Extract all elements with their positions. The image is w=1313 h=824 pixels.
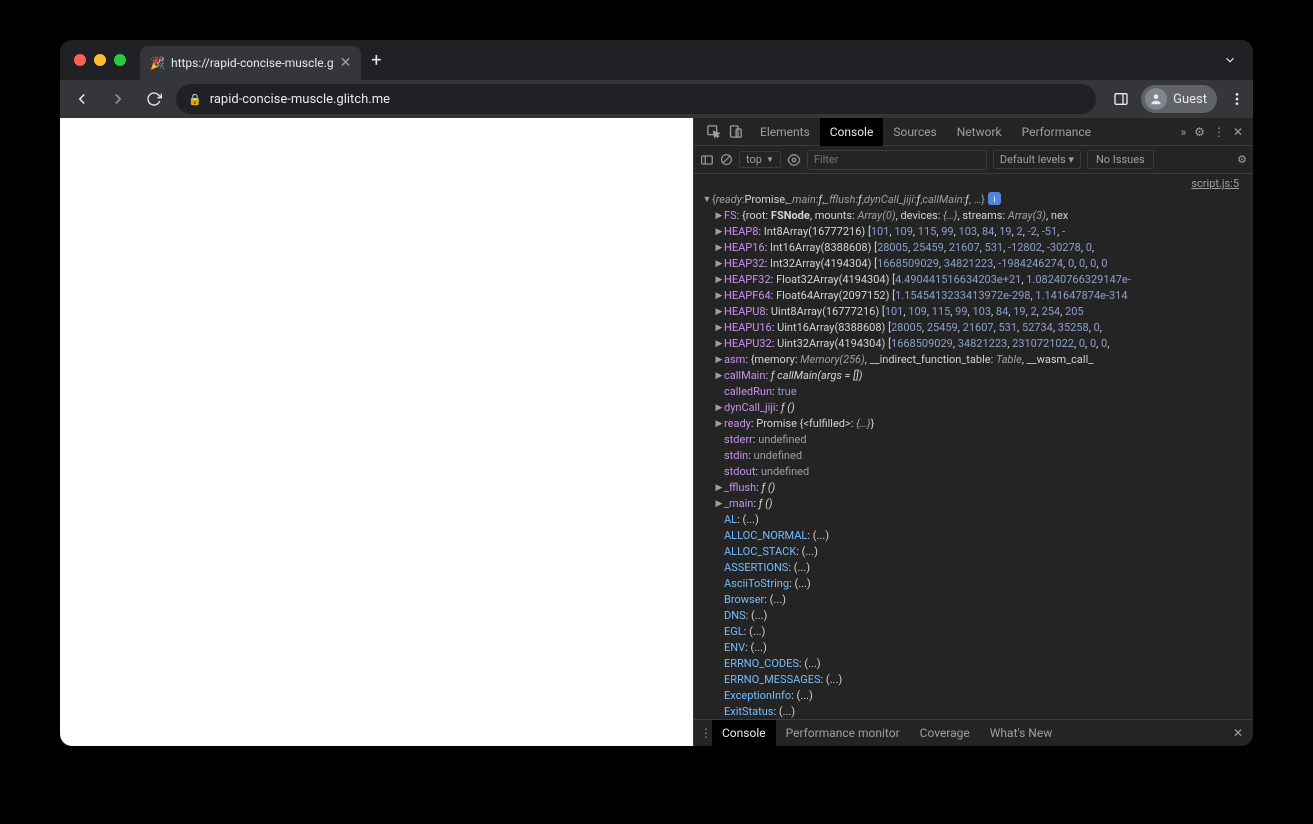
close-window-button[interactable] — [74, 54, 86, 66]
devtools-tab-network[interactable]: Network — [947, 118, 1012, 146]
profile-button[interactable]: Guest — [1141, 85, 1217, 113]
tab-strip: 🎉 https://rapid-concise-muscle.g ✕ + — [60, 40, 1253, 80]
window-controls — [74, 54, 126, 66]
drawer-close-icon[interactable]: ✕ — [1233, 726, 1247, 740]
issues-button[interactable]: No Issues — [1087, 150, 1154, 169]
url-text: rapid-concise-muscle.glitch.me — [210, 92, 390, 107]
console-output[interactable]: script.js:5 {ready: Promise, _main: ƒ, _… — [694, 174, 1253, 719]
maximize-window-button[interactable] — [114, 54, 126, 66]
drawer-tab-performance-monitor[interactable]: Performance monitor — [776, 720, 910, 747]
back-button[interactable] — [68, 85, 96, 113]
panel-icon[interactable] — [1113, 91, 1129, 107]
toolbar: 🔒 rapid-concise-muscle.glitch.me Guest — [60, 80, 1253, 118]
object-property[interactable]: ExceptionInfo: (...) — [702, 688, 1245, 704]
object-property[interactable]: Browser: (...) — [702, 592, 1245, 608]
device-toolbar-icon[interactable] — [726, 123, 744, 141]
object-property[interactable]: _main: ƒ () — [702, 496, 1245, 512]
context-selector[interactable]: top ▼ — [739, 151, 781, 168]
object-property[interactable]: ERRNO_MESSAGES: (...) — [702, 672, 1245, 688]
object-property[interactable]: DNS: (...) — [702, 608, 1245, 624]
drawer-menu-icon[interactable]: ⋮ — [700, 726, 712, 740]
devtools-tab-sources[interactable]: Sources — [883, 118, 946, 146]
tab-close-icon[interactable]: ✕ — [340, 55, 352, 71]
object-property[interactable]: FS: {root: FSNode, mounts: Array(0), dev… — [702, 208, 1245, 224]
live-expression-icon[interactable] — [787, 153, 801, 167]
tab-favicon: 🎉 — [150, 56, 165, 70]
object-property[interactable]: HEAPF64: Float64Array(2097152) [1.154541… — [702, 288, 1245, 304]
browser-window: 🎉 https://rapid-concise-muscle.g ✕ + 🔒 r… — [60, 40, 1253, 746]
more-tabs-icon[interactable]: » — [1181, 125, 1187, 139]
lock-icon: 🔒 — [188, 93, 202, 106]
object-property[interactable]: callMain: ƒ callMain(args = []) — [702, 368, 1245, 384]
devtools-tab-console[interactable]: Console — [820, 118, 884, 146]
object-summary[interactable]: {ready: Promise, _main: ƒ, _fflush: ƒ, d… — [702, 192, 1245, 208]
minimize-window-button[interactable] — [94, 54, 106, 66]
profile-label: Guest — [1173, 92, 1207, 107]
devtools-panel: ElementsConsoleSourcesNetworkPerformance… — [693, 118, 1253, 746]
new-tab-button[interactable]: + — [371, 50, 381, 71]
drawer-tab-console[interactable]: Console — [712, 720, 776, 747]
drawer-tab-what-s-new[interactable]: What's New — [980, 720, 1062, 747]
object-property[interactable]: ExitStatus: (...) — [702, 704, 1245, 719]
object-property[interactable]: ready: Promise {<fulfilled>: {…}} — [702, 416, 1245, 432]
menu-icon[interactable] — [1229, 91, 1245, 107]
log-levels-selector[interactable]: Default levels ▾ — [993, 150, 1081, 169]
object-property[interactable]: AL: (...) — [702, 512, 1245, 528]
clear-console-icon[interactable] — [720, 153, 733, 166]
object-property[interactable]: HEAP16: Int16Array(8388608) [28005, 2545… — [702, 240, 1245, 256]
object-property[interactable]: AsciiToString: (...) — [702, 576, 1245, 592]
object-property[interactable]: asm: {memory: Memory(256), __indirect_fu… — [702, 352, 1245, 368]
object-property[interactable]: ENV: (...) — [702, 640, 1245, 656]
object-property[interactable]: HEAPF32: Float32Array(4194304) [4.490441… — [702, 272, 1245, 288]
inspect-element-icon[interactable] — [704, 123, 722, 141]
object-property[interactable]: ERRNO_CODES: (...) — [702, 656, 1245, 672]
object-property[interactable]: HEAPU32: Uint32Array(4194304) [166850902… — [702, 336, 1245, 352]
reload-button[interactable] — [140, 85, 168, 113]
filter-input[interactable] — [807, 150, 987, 170]
object-property[interactable]: stderr: undefined — [702, 432, 1245, 448]
avatar-icon — [1145, 88, 1167, 110]
console-toolbar: top ▼ Default levels ▾ No Issues ⚙ — [694, 146, 1253, 174]
object-property[interactable]: calledRun: true — [702, 384, 1245, 400]
object-property[interactable]: dynCall_jiji: ƒ () — [702, 400, 1245, 416]
object-property[interactable]: EGL: (...) — [702, 624, 1245, 640]
forward-button[interactable] — [104, 85, 132, 113]
object-property[interactable]: HEAP32: Int32Array(4194304) [1668509029,… — [702, 256, 1245, 272]
object-property[interactable]: HEAPU8: Uint8Array(16777216) [101, 109, … — [702, 304, 1245, 320]
info-badge-icon[interactable]: i — [988, 192, 1001, 205]
page-viewport[interactable] — [60, 118, 693, 746]
console-settings-icon[interactable]: ⚙ — [1237, 153, 1247, 166]
toggle-sidebar-icon[interactable] — [700, 153, 714, 167]
browser-tab[interactable]: 🎉 https://rapid-concise-muscle.g ✕ — [140, 46, 361, 80]
object-property[interactable]: _fflush: ƒ () — [702, 480, 1245, 496]
object-property[interactable]: ALLOC_NORMAL: (...) — [702, 528, 1245, 544]
chevron-down-icon[interactable] — [1223, 53, 1237, 67]
settings-icon[interactable]: ⚙ — [1194, 125, 1205, 139]
devtools-tab-performance[interactable]: Performance — [1012, 118, 1101, 146]
kebab-icon[interactable]: ⋮ — [1213, 125, 1225, 139]
tab-title: https://rapid-concise-muscle.g — [171, 56, 334, 70]
object-property[interactable]: ALLOC_STACK: (...) — [702, 544, 1245, 560]
source-link[interactable]: script.js:5 — [694, 174, 1253, 192]
object-property[interactable]: ASSERTIONS: (...) — [702, 560, 1245, 576]
devtools-drawer: ⋮ ConsolePerformance monitorCoverageWhat… — [694, 719, 1253, 746]
drawer-tab-coverage[interactable]: Coverage — [910, 720, 980, 747]
devtools-tabbar: ElementsConsoleSourcesNetworkPerformance… — [694, 118, 1253, 146]
close-devtools-icon[interactable]: ✕ — [1233, 125, 1243, 139]
devtools-tab-elements[interactable]: Elements — [750, 118, 820, 146]
address-bar[interactable]: 🔒 rapid-concise-muscle.glitch.me — [176, 84, 1096, 114]
content-area: ElementsConsoleSourcesNetworkPerformance… — [60, 118, 1253, 746]
object-property[interactable]: HEAPU16: Uint16Array(8388608) [28005, 25… — [702, 320, 1245, 336]
object-property[interactable]: stdin: undefined — [702, 448, 1245, 464]
object-property[interactable]: stdout: undefined — [702, 464, 1245, 480]
object-property[interactable]: HEAP8: Int8Array(16777216) [101, 109, 11… — [702, 224, 1245, 240]
